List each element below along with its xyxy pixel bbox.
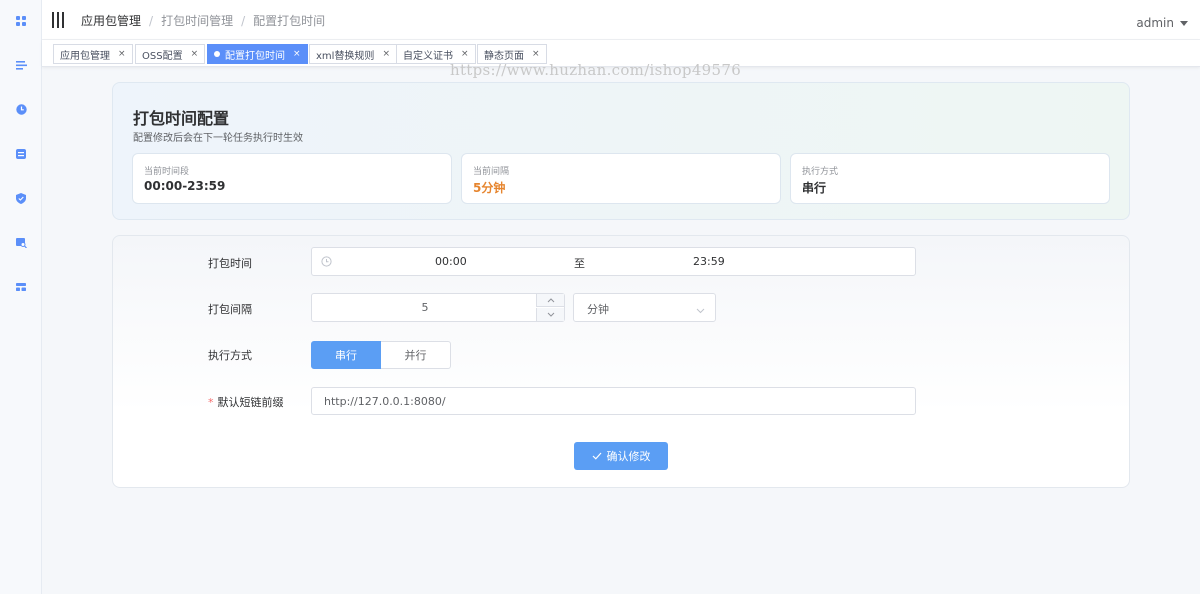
stat-execution-mode: 执行方式 串行 (790, 153, 1110, 204)
tag-label: OSS配置 (142, 50, 183, 62)
short-link-prefix-input[interactable]: http://127.0.0.1:8080/ (311, 387, 916, 415)
stat-label: 执行方式 (802, 167, 839, 177)
username: admin (1136, 16, 1174, 30)
mode-serial-radio[interactable]: 串行 (311, 341, 381, 369)
user-dropdown[interactable]: admin (1136, 16, 1188, 30)
short-link-prefix-label-text: 默认短链前缀 (217, 396, 284, 409)
time-end-input[interactable]: 23:59 (693, 255, 725, 268)
tag-configure-pack-time[interactable]: 配置打包时间 × (207, 44, 308, 64)
breadcrumb-item-app-package[interactable]: 应用包管理 (81, 12, 141, 29)
dashboard-icon[interactable] (14, 14, 28, 28)
stat-current-interval: 当前间隔 5分钟 (461, 153, 781, 204)
interval-number-input[interactable]: 5 (311, 293, 565, 322)
chevron-up-icon[interactable] (536, 294, 564, 307)
shield-icon[interactable] (14, 191, 28, 205)
chevron-down-icon (696, 304, 705, 317)
clock-icon[interactable] (14, 102, 28, 116)
stat-current-period: 当前时间段 00:00-23:59 (132, 153, 452, 204)
list-icon[interactable] (14, 58, 28, 72)
close-icon[interactable]: × (532, 49, 540, 59)
mode-parallel-radio[interactable]: 并行 (381, 341, 451, 369)
stat-value: 00:00-23:59 (144, 179, 226, 193)
pack-time-label: 打包时间 (208, 257, 252, 270)
active-dot-icon (214, 51, 220, 57)
stat-label: 当前时间段 (144, 167, 190, 177)
time-range-picker[interactable]: 00:00 至 23:59 (311, 247, 916, 276)
tag-label: xml替换规则 (316, 50, 375, 62)
stat-value: 5分钟 (473, 181, 506, 195)
top-navbar: 应用包管理 / 打包时间管理 / 配置打包时间 admin (42, 0, 1200, 40)
interval-unit-value: 分钟 (587, 303, 609, 316)
watermark: https://www.huzhan.com/ishop49576 (450, 61, 742, 79)
stat-label: 当前间隔 (473, 167, 510, 177)
caret-down-icon (1180, 20, 1188, 26)
breadcrumb: 应用包管理 / 打包时间管理 / 配置打包时间 (81, 12, 325, 29)
close-icon[interactable]: × (293, 49, 301, 59)
page-title: 打包时间配置 (133, 109, 230, 128)
search-doc-icon[interactable] (14, 236, 28, 250)
breadcrumb-separator: / (241, 13, 246, 28)
layout-icon[interactable] (14, 280, 28, 294)
tag-xml-replace-rules[interactable]: xml替换规则 × (309, 44, 397, 64)
hamburger-icon[interactable] (52, 12, 66, 28)
sidebar (0, 0, 42, 594)
tag-label: 应用包管理 (60, 50, 110, 62)
breadcrumb-separator: / (149, 13, 154, 28)
confirm-button[interactable]: 确认修改 (574, 442, 668, 470)
clock-icon (321, 256, 332, 270)
tag-app-package[interactable]: 应用包管理 × (53, 44, 133, 64)
check-icon (592, 450, 602, 463)
short-link-prefix-value: http://127.0.0.1:8080/ (324, 395, 446, 408)
package-icon[interactable] (14, 147, 28, 161)
breadcrumb-item-configure-pack-time: 配置打包时间 (253, 14, 326, 28)
tag-label: 自定义证书 (403, 50, 453, 62)
chevron-down-icon[interactable] (536, 308, 564, 321)
confirm-button-label: 确认修改 (606, 450, 651, 463)
close-icon[interactable]: × (191, 49, 199, 59)
required-asterisk: * (208, 396, 214, 409)
pack-interval-label: 打包间隔 (208, 303, 252, 316)
stat-value: 串行 (802, 181, 827, 195)
time-start-input[interactable]: 00:00 (435, 255, 467, 268)
breadcrumb-item-pack-time-management[interactable]: 打包时间管理 (161, 12, 233, 29)
tag-label: 配置打包时间 (225, 50, 285, 62)
short-link-prefix-label: * 默认短链前缀 (208, 394, 284, 410)
close-icon[interactable]: × (382, 49, 390, 59)
summary-card: 打包时间配置 配置修改后会在下一轮任务执行时生效 当前时间段 00:00-23:… (112, 82, 1130, 220)
close-icon[interactable]: × (461, 49, 469, 59)
time-range-separator: 至 (574, 257, 585, 270)
interval-unit-select[interactable]: 分钟 (573, 293, 716, 322)
tag-label: 静态页面 (484, 50, 524, 62)
config-form: 打包时间 00:00 至 23:59 打包间隔 5 分钟 执行方式 串行 并行 … (112, 235, 1130, 488)
close-icon[interactable]: × (118, 49, 126, 59)
execution-mode-label: 执行方式 (208, 349, 252, 362)
interval-value: 5 (421, 301, 429, 314)
tag-oss-config[interactable]: OSS配置 × (135, 44, 206, 64)
page-subtitle: 配置修改后会在下一轮任务执行时生效 (133, 133, 303, 144)
